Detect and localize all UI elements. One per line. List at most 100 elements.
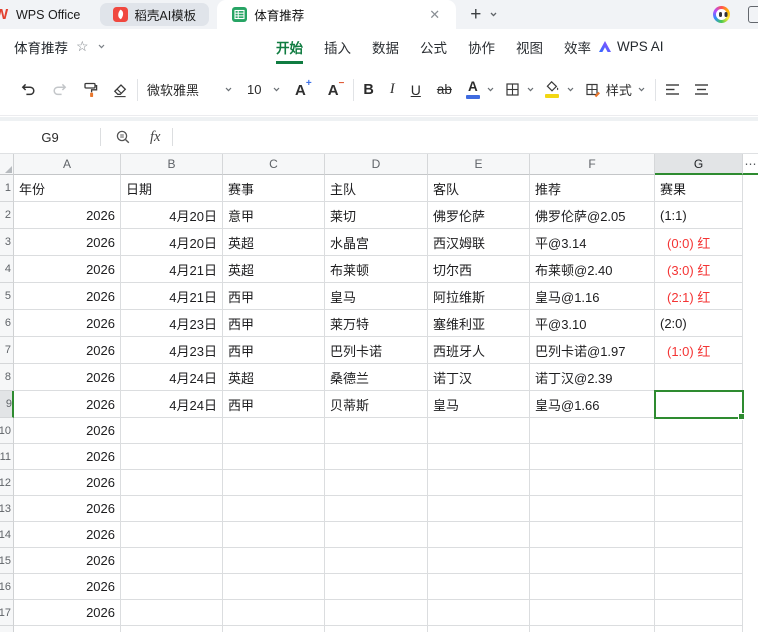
cell-B15[interactable] [121,548,223,574]
cell-G8[interactable] [655,364,743,391]
row-header-18[interactable]: 18 [0,626,14,632]
cell-E7[interactable]: 西班牙人 [428,337,530,364]
menu-item-协作[interactable]: 协作 [468,29,495,64]
tab-sheet-active[interactable]: 体育推荐 ✕ [217,0,457,29]
font-name-select[interactable]: 微软雅黑 [147,80,233,99]
cell-B12[interactable] [121,470,223,496]
font-color-button[interactable]: A [465,80,480,99]
row-header-1[interactable]: 1 [0,175,14,202]
increase-font-size-button[interactable]: A+ [295,78,312,99]
cell-C2[interactable]: 意甲 [223,202,325,229]
cell-E5[interactable]: 阿拉维斯 [428,283,530,310]
borders-icon[interactable] [505,82,520,97]
select-all-corner[interactable] [0,154,14,175]
cell-D9[interactable]: 贝蒂斯 [325,391,428,418]
cell-G4[interactable]: (3:0) 红 [655,256,743,283]
row-header-12[interactable]: 12 [0,470,14,496]
cell-D12[interactable] [325,470,428,496]
cell-A6[interactable]: 2026 [14,310,121,337]
cell-F3[interactable]: 平@3.14 [530,229,655,256]
window-control-icon[interactable] [748,6,758,23]
cell-G17[interactable] [655,600,743,626]
cell-B17[interactable] [121,600,223,626]
underline-button[interactable]: U [411,82,421,98]
cell-E14[interactable] [428,522,530,548]
cell-A5[interactable]: 2026 [14,283,121,310]
cell-D13[interactable] [325,496,428,522]
cell-B18[interactable] [121,626,223,632]
cell-E17[interactable] [428,600,530,626]
column-header-G[interactable]: G [655,154,743,175]
cell-B3[interactable]: 4月20日 [121,229,223,256]
cell-E12[interactable] [428,470,530,496]
menu-item-公式[interactable]: 公式 [420,29,447,64]
decrease-font-size-button[interactable]: A− [328,78,345,99]
row-header-17[interactable]: 17 [0,600,14,626]
cell-C15[interactable] [223,548,325,574]
cell-B2[interactable]: 4月20日 [121,202,223,229]
cell-F7[interactable]: 巴列卡诺@1.97 [530,337,655,364]
insert-function-icon[interactable]: fx [150,129,160,146]
cell-B10[interactable] [121,418,223,444]
cell-E18[interactable] [428,626,530,632]
cell-F12[interactable] [530,470,655,496]
row-header-13[interactable]: 13 [0,496,14,522]
cell-F13[interactable] [530,496,655,522]
search-formula-icon[interactable] [115,129,132,146]
cell-D3[interactable]: 水晶宫 [325,229,428,256]
row-header-2[interactable]: 2 [0,202,14,229]
cell-F1[interactable]: 推荐 [530,175,655,202]
cell-D16[interactable] [325,574,428,600]
cell-D8[interactable]: 桑德兰 [325,364,428,391]
strikethrough-button[interactable]: ab [437,82,452,97]
cell-E15[interactable] [428,548,530,574]
cell-F8[interactable]: 诺丁汉@2.39 [530,364,655,391]
row-header-5[interactable]: 5 [0,283,14,310]
cell-B14[interactable] [121,522,223,548]
column-header-A[interactable]: A [14,154,121,175]
undo-button[interactable] [20,81,37,98]
cell-D5[interactable]: 皇马 [325,283,428,310]
cell-D18[interactable] [325,626,428,632]
cell-C5[interactable]: 西甲 [223,283,325,310]
cell-B7[interactable]: 4月23日 [121,337,223,364]
cell-E1[interactable]: 客队 [428,175,530,202]
column-header-C[interactable]: C [223,154,325,175]
cell-A14[interactable]: 2026 [14,522,121,548]
tab-docer-templates[interactable]: 稻壳AI模板 [100,3,210,26]
cell-F9[interactable]: 皇马@1.66 [530,391,655,418]
cell-E6[interactable]: 塞维利亚 [428,310,530,337]
cell-G12[interactable] [655,470,743,496]
cell-G14[interactable] [655,522,743,548]
tab-wps-office[interactable]: W WPS Office [0,6,92,23]
cell-C11[interactable] [223,444,325,470]
cell-G13[interactable] [655,496,743,522]
cell-G15[interactable] [655,548,743,574]
cell-B6[interactable]: 4月23日 [121,310,223,337]
cell-E10[interactable] [428,418,530,444]
cell-F14[interactable] [530,522,655,548]
cell-D7[interactable]: 巴列卡诺 [325,337,428,364]
cell-A11[interactable]: 2026 [14,444,121,470]
close-tab-icon[interactable]: ✕ [425,6,444,23]
cell-A4[interactable]: 2026 [14,256,121,283]
cell-D14[interactable] [325,522,428,548]
redo-button[interactable] [51,81,68,98]
cell-G18[interactable] [655,626,743,632]
italic-button[interactable]: I [390,81,395,98]
cell-A1[interactable]: 年份 [14,175,121,202]
cell-C17[interactable] [223,600,325,626]
cell-B8[interactable]: 4月24日 [121,364,223,391]
cell-D11[interactable] [325,444,428,470]
align-left-icon[interactable] [665,83,680,96]
format-painter-icon[interactable] [82,81,98,98]
cell-E3[interactable]: 西汉姆联 [428,229,530,256]
cell-C3[interactable]: 英超 [223,229,325,256]
row-header-4[interactable]: 4 [0,256,14,283]
cell-E13[interactable] [428,496,530,522]
cell-C13[interactable] [223,496,325,522]
menu-item-视图[interactable]: 视图 [516,29,543,64]
borders-chevron-icon[interactable] [526,85,535,94]
cell-A16[interactable]: 2026 [14,574,121,600]
cell-A10[interactable]: 2026 [14,418,121,444]
